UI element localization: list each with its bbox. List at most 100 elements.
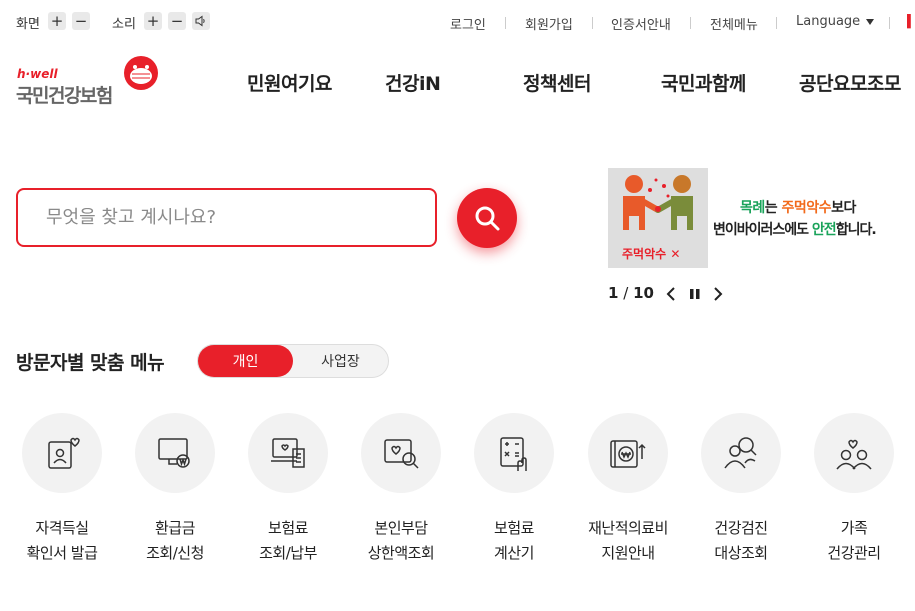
heart-search-icon [384,439,419,469]
tab-business[interactable]: 사업장 [293,345,388,377]
util-divider [505,17,506,29]
calculator-hand-icon [500,437,527,471]
caret-down-icon [866,18,875,25]
nav-civil-service[interactable]: 민원여기요 [247,69,332,96]
menu-label-line: 본인부담 [374,519,428,537]
visitor-type-toggle: 개인 사업장 [197,344,389,378]
menu-family-health[interactable] [814,413,894,493]
banner-headline-2: 변이바이러스에도 안전합니다. [713,219,877,239]
menu-label-line: 자격득실 [35,519,89,537]
menu-label-line: 보험료 [494,519,534,537]
banner-image-caption: 주먹악수 ✕ [622,247,681,261]
menu-label: 환급금조회/신청 [115,516,235,566]
menu-label-line: 보험료 [268,519,308,537]
sound-label: 소리 [112,17,136,32]
logo-tagline: h·well [17,67,58,81]
search-button[interactable] [457,188,517,248]
banner-word: 변이바이러스에도 [713,222,812,238]
banner-word: 보다 [831,200,856,216]
menu-label: 가족건강관리 [794,516,914,566]
menu-label-line: 환급금 [155,519,195,537]
custom-menu-title: 방문자별 맞춤 메뉴 [16,352,165,374]
menu-premium-calculator[interactable] [474,413,554,493]
banner-word: 안전 [811,222,837,238]
banner-prev-button[interactable] [664,286,678,302]
pager-total: 10 [633,284,654,302]
util-divider [690,17,691,29]
menu-label: 보험료조회/납부 [228,516,348,566]
nav-with-citizens[interactable]: 국민과함께 [661,69,746,96]
certificate-guide-link[interactable]: 인증서안내 [611,14,671,33]
menu-label-line: 재난적의료비 [588,519,668,537]
menu-label: 재난적의료비지원안내 [568,516,688,566]
pause-icon [690,289,700,299]
nav-policy-center[interactable]: 정책센터 [523,69,591,96]
menu-label-line: 가족 [840,519,868,537]
banner-word: 목례 [740,200,765,216]
pager-current: 1 [608,284,619,302]
speaker-button[interactable] [192,12,210,30]
menu-label-line: 조회/납부 [259,544,317,562]
banner-headline-1: 목례는 주먹악수보다 [740,197,856,217]
banner-pager: 1 / 10 [608,284,654,302]
banner-next-button[interactable] [711,286,725,302]
menu-label-line: 지원안내 [601,544,655,562]
banner-word: 주먹악수 [781,200,832,216]
banner-word: 합니다. [835,222,877,238]
menu-refund[interactable] [135,413,215,493]
menu-premium-payment[interactable] [248,413,328,493]
menu-label: 본인부담상한액조회 [341,516,461,566]
login-link[interactable]: 로그인 [450,14,486,33]
truncated-link-edge: ▍ [907,14,915,29]
search-icon [475,206,500,231]
menu-catastrophic-medical[interactable] [588,413,668,493]
menu-label: 건강검진대상조회 [681,516,801,566]
menu-copay-ceiling[interactable] [361,413,441,493]
menu-label: 자격득실확인서 발급 [2,516,122,566]
nhis-logo[interactable]: h·well 국민건강보험 [16,55,161,107]
menu-checkup-eligibility[interactable] [701,413,781,493]
language-select[interactable]: Language [796,14,875,29]
chevron-left-icon [666,287,675,301]
util-divider [776,17,777,29]
nav-about-nhis[interactable]: 공단요모조모 [799,69,901,96]
monitor-won-icon [158,438,190,468]
util-divider [889,17,890,29]
menu-label: 보험료계산기 [454,516,574,566]
menu-label-line: 계산기 [494,544,534,562]
zoom-out-button[interactable]: − [72,12,90,30]
mascot-icon [124,56,158,90]
speaker-icon [195,15,205,27]
banner-pause-button[interactable] [688,286,702,302]
menu-label-line: 조회/신청 [146,544,204,562]
tab-personal[interactable]: 개인 [198,345,293,377]
menu-qualification-certificate[interactable] [22,413,102,493]
people-search-icon [724,437,757,469]
logo-text: 국민건강보험 [16,85,113,107]
search-input[interactable] [18,190,435,245]
screen-zoom-label: 화면 [16,17,40,32]
volume-down-button[interactable]: − [168,12,186,30]
language-label: Language [796,14,861,29]
banner-image[interactable]: 주먹악수 ✕ [608,168,708,268]
fist-bump-illustration-icon [623,175,693,230]
banner-word: 는 [764,200,782,216]
chevron-right-icon [714,287,723,301]
zoom-in-button[interactable]: + [48,12,66,30]
full-menu-link[interactable]: 전체메뉴 [710,14,758,33]
won-card-upload-icon [610,440,646,468]
volume-up-button[interactable]: + [144,12,162,30]
pager-separator: / [623,284,629,302]
menu-label-line: 건강검진 [714,519,768,537]
menu-label-line: 대상조회 [714,544,768,562]
menu-label-line: 확인서 발급 [26,544,98,562]
menu-label-line: 상한액조회 [367,544,435,562]
nav-health-in[interactable]: 건강iN [385,69,441,96]
id-card-heart-icon [48,437,80,469]
search-box [16,188,437,247]
family-heart-icon [836,439,872,470]
laptop-receipt-icon [271,438,305,468]
util-divider [592,17,593,29]
menu-label-line: 건강관리 [827,544,881,562]
signup-link[interactable]: 회원가입 [525,14,573,33]
